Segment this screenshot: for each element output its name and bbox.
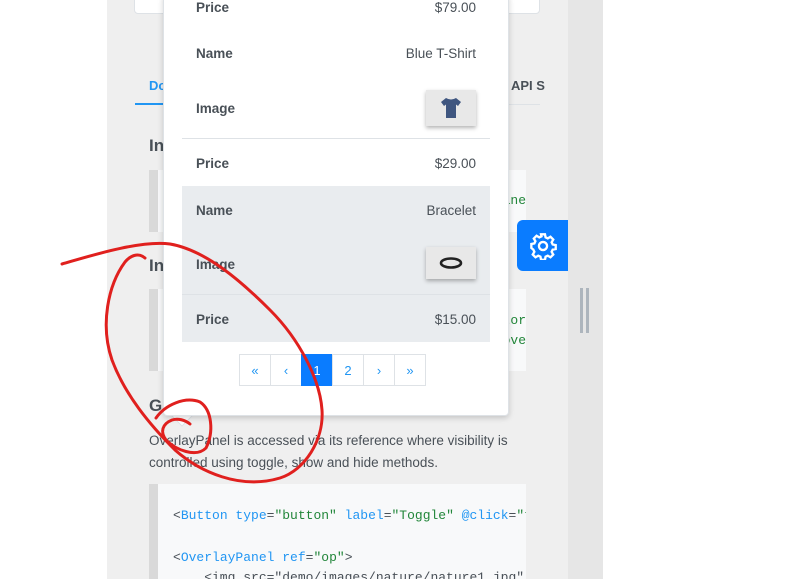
code-block-example: <Button type="button" label="Toggle" @cl…	[149, 484, 526, 579]
section-heading-import: In	[149, 136, 165, 155]
code-line: <img src="demo/images/nature/nature1.jpg…	[173, 570, 525, 579]
next-page-button[interactable]: ›	[363, 354, 395, 386]
code-line: <OverlayPanel ref="op">	[173, 550, 353, 565]
field-value: $29.00	[434, 156, 476, 171]
tab-active-indicator	[135, 103, 165, 105]
page-button-1[interactable]: 1	[301, 354, 333, 386]
gear-icon	[529, 232, 557, 260]
product-row-price[interactable]: Price $29.00	[182, 139, 490, 186]
field-label: Image	[196, 101, 236, 116]
bracelet-icon	[439, 257, 463, 269]
paginator: « ‹ 1 2 › »	[239, 354, 426, 386]
section-heading-import-cdn: In	[149, 256, 165, 275]
field-value: $15.00	[434, 312, 476, 327]
field-value: Blue T-Shirt	[405, 46, 476, 61]
t-shirt-thumbnail	[426, 90, 476, 126]
tab-api[interactable]: API S	[511, 78, 545, 93]
code-line: <Button type="button" label="Toggle" @cl…	[173, 508, 526, 523]
getting-started-description: OverlayPanel is accessed via its referen…	[149, 433, 508, 470]
last-page-button[interactable]: »	[394, 354, 426, 386]
product-row-price: Price $79.00	[182, 0, 490, 20]
product-row-image[interactable]: Image	[182, 79, 490, 138]
field-value: $79.00	[434, 0, 476, 15]
page-button-2[interactable]: 2	[332, 354, 364, 386]
grip-bar	[586, 288, 589, 333]
field-label: Price	[196, 156, 230, 171]
product-row-image-selected[interactable]: Image	[182, 238, 490, 294]
page-right-margin	[603, 0, 787, 579]
field-label: Price	[196, 0, 230, 15]
product-row-name-selected[interactable]: Name Bracelet	[182, 186, 490, 238]
field-label: Image	[196, 257, 236, 272]
field-label: Name	[196, 203, 233, 218]
section-heading-getting-started: G	[149, 396, 163, 415]
first-page-button[interactable]: «	[239, 354, 271, 386]
bracelet-thumbnail	[426, 247, 476, 279]
field-value: Bracelet	[426, 203, 476, 218]
product-row-price-selected[interactable]: Price $15.00	[182, 295, 490, 342]
page-left-margin	[0, 0, 107, 579]
prev-page-button[interactable]: ‹	[270, 354, 302, 386]
field-label: Name	[196, 46, 233, 61]
field-label: Price	[196, 312, 230, 327]
product-row-name[interactable]: Name Blue T-Shirt	[182, 27, 490, 79]
drag-handle-icon[interactable]	[580, 288, 590, 333]
t-shirt-icon	[441, 98, 461, 118]
grip-bar	[580, 288, 583, 333]
config-button[interactable]	[517, 220, 568, 271]
